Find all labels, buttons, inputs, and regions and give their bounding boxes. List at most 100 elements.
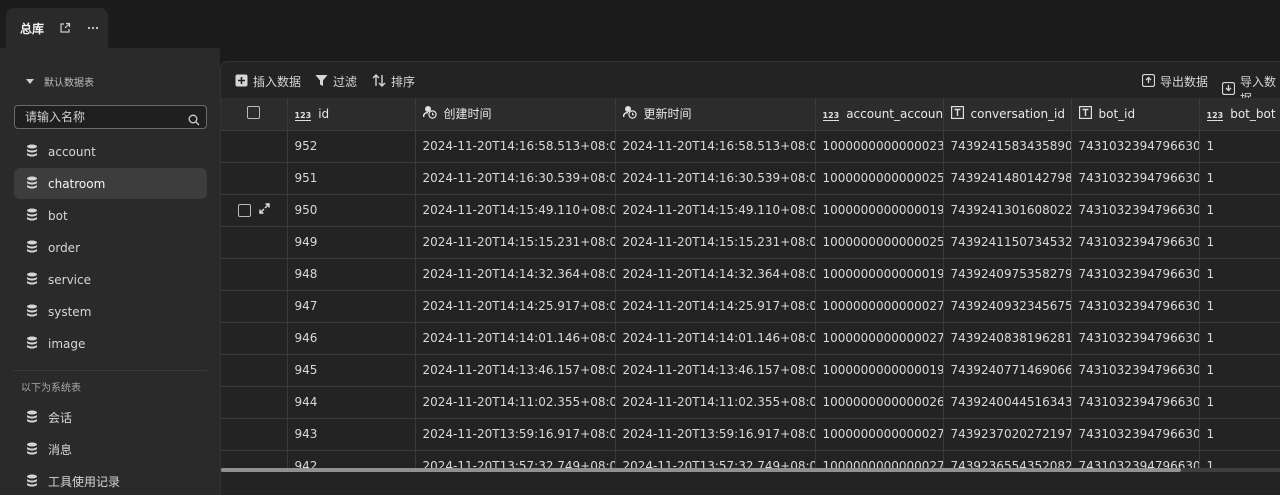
table-cell[interactable]: 7431032394796630 [1071,226,1200,259]
table-cell[interactable]: 7431032394796630 [1071,290,1200,323]
table-cell[interactable]: 1 [1199,290,1280,323]
export-data-button[interactable]: 导出数据 [1141,73,1208,90]
table-cell[interactable]: 7431032394796630 [1071,130,1200,163]
table-cell[interactable]: 1 [1199,226,1280,259]
table-cell[interactable]: 2024-11-20T14:13:46.157+08:00 [615,354,816,387]
row-checkbox[interactable] [237,203,251,217]
table-cell[interactable]: 943 [287,418,416,451]
table-cell[interactable]: 7431032394796630 [1071,450,1200,468]
table-cell[interactable]: 944 [287,386,416,419]
table-cell[interactable]: 7431032394796630 [1071,258,1200,291]
table-cell[interactable]: 1000000000000025 [815,162,944,195]
sidebar-item-service[interactable]: service [14,264,207,295]
table-cell[interactable]: 1 [1199,354,1280,387]
table-cell[interactable]: 2024-11-20T14:14:25.917+08:00 [615,290,816,323]
table-cell[interactable]: 7439240932345675 [943,290,1072,323]
sidebar-item-order[interactable]: order [14,232,207,263]
table-cell[interactable]: 2024-11-20T14:11:02.355+08:00 [615,386,816,419]
table-cell[interactable]: 1 [1199,450,1280,468]
table-row[interactable]: 944 2024-11-20T14:11:02.355+08:00 2024-11-… [221,386,1280,419]
sidebar-item-chatroom[interactable]: chatroom [14,168,207,199]
table-cell[interactable]: 2024-11-20T14:15:15.231+08:00 [615,226,816,259]
table-cell[interactable]: 1000000000000019 [815,258,944,291]
table-cell[interactable]: 7439240975358279 [943,258,1072,291]
table-cell[interactable]: 946 [287,322,416,355]
table-cell[interactable]: 2024-11-20T13:59:16.917+08:00 [415,418,616,451]
table-cell[interactable]: 1000000000000019 [815,194,944,227]
table-cell[interactable]: 7431032394796630 [1071,194,1200,227]
sidebar-system-item[interactable]: 会话 [14,402,207,433]
table-cell[interactable]: 952 [287,130,416,163]
open-external-icon[interactable] [58,21,72,35]
table-row[interactable]: 948 2024-11-20T14:14:32.364+08:00 2024-11-… [221,258,1280,291]
table-cell[interactable]: 1 [1199,130,1280,163]
table-cell[interactable]: 1 [1199,162,1280,195]
column-header-bot-id[interactable]: bot_id [1071,98,1200,131]
expand-icon[interactable] [259,203,270,217]
table-cell[interactable]: 7439241480142798 [943,162,1072,195]
table-cell[interactable]: 7431032394796630 [1071,162,1200,195]
table-cell[interactable]: 1000000000000026 [815,386,944,419]
table-cell[interactable]: 2024-11-20T14:14:32.364+08:00 [415,258,616,291]
table-cell[interactable]: 7439240771469066 [943,354,1072,387]
sidebar-system-item[interactable]: 消息 [14,434,207,465]
sidebar-item-account[interactable]: account [14,136,207,167]
table-row[interactable]: 950 2024-11-20T14:15:49.110+08:00 2024-11-… [221,194,1280,227]
table-row[interactable]: 945 2024-11-20T14:13:46.157+08:00 2024-11-… [221,354,1280,387]
table-cell[interactable]: 1 [1199,322,1280,355]
table-cell[interactable]: 948 [287,258,416,291]
sort-button[interactable]: 排序 [372,73,415,90]
table-row[interactable]: 946 2024-11-20T14:14:01.146+08:00 2024-11-… [221,322,1280,355]
table-cell[interactable]: 1000000000000023 [815,130,944,163]
table-cell[interactable]: 1000000000000027 [815,290,944,323]
table-cell[interactable]: 2024-11-20T14:14:01.146+08:00 [415,322,616,355]
table-cell[interactable]: 2024-11-20T14:11:02.355+08:00 [415,386,616,419]
tab-main-db[interactable]: 总库 [6,8,108,48]
table-cell[interactable]: 1000000000000027 [815,322,944,355]
table-cell[interactable]: 7431032394796630 [1071,418,1200,451]
table-cell[interactable]: 2024-11-20T14:16:58.513+08:00 [415,130,616,163]
table-cell[interactable]: 2024-11-20T14:14:01.146+08:00 [615,322,816,355]
table-cell[interactable]: 7439241150734532 [943,226,1072,259]
table-cell[interactable]: 2024-11-20T14:14:32.364+08:00 [615,258,816,291]
table-cell[interactable]: 2024-11-20T13:59:16.917+08:00 [615,418,816,451]
column-header-创建时间[interactable]: 创建时间 [415,98,616,131]
table-cell[interactable]: 947 [287,290,416,323]
table-cell[interactable]: 2024-11-20T14:14:25.917+08:00 [415,290,616,323]
table-cell[interactable]: 7439236554352082 [943,450,1072,468]
table-row[interactable]: 949 2024-11-20T14:15:15.231+08:00 2024-11-… [221,226,1280,259]
table-cell[interactable]: 2024-11-20T14:16:30.539+08:00 [615,162,816,195]
column-header-account-account[interactable]: 123 account_account [815,98,944,131]
sidebar-item-bot[interactable]: bot [14,200,207,231]
table-cell[interactable]: 1000000000000025 [815,226,944,259]
column-header-conversation-id[interactable]: conversation_id [943,98,1072,131]
table-row[interactable]: 943 2024-11-20T13:59:16.917+08:00 2024-11-… [221,418,1280,451]
table-cell[interactable]: 7431032394796630 [1071,322,1200,355]
sidebar-system-item[interactable]: 工具使用记录 [14,466,207,495]
table-cell[interactable]: 7439241583435890 [943,130,1072,163]
table-cell[interactable]: 1000000000000027 [815,450,944,468]
table-cell[interactable]: 7439240044516343 [943,386,1072,419]
table-row[interactable]: 951 2024-11-20T14:16:30.539+08:00 2024-11-… [221,162,1280,195]
table-row[interactable]: 952 2024-11-20T14:16:58.513+08:00 2024-11-… [221,130,1280,163]
table-cell[interactable]: 2024-11-20T13:57:32.749+08:00 [415,450,616,468]
table-cell[interactable]: 7439241301608022 [943,194,1072,227]
table-cell[interactable]: 1 [1199,386,1280,419]
table-cell[interactable]: 2024-11-20T14:16:30.539+08:00 [415,162,616,195]
table-cell[interactable]: 7439237020272197 [943,418,1072,451]
table-cell[interactable]: 2024-11-20T14:15:49.110+08:00 [615,194,816,227]
table-cell[interactable]: 945 [287,354,416,387]
section-default-tables[interactable]: 默认数据表 [26,74,94,89]
table-cell[interactable]: 950 [287,194,416,227]
column-header-bot-bot[interactable]: 123 bot_bot [1199,98,1280,131]
filter-button[interactable]: 过滤 [315,73,357,90]
table-cell[interactable]: 949 [287,226,416,259]
sidebar-item-image[interactable]: image [14,328,207,359]
column-header-更新时间[interactable]: 更新时间 [615,98,816,131]
table-cell[interactable]: 7439240838196281 [943,322,1072,355]
table-cell[interactable]: 1 [1199,258,1280,291]
table-cell[interactable]: 2024-11-20T13:57:32.749+08:00 [615,450,816,468]
table-cell[interactable]: 951 [287,162,416,195]
insert-data-button[interactable]: 插入数据 [235,73,301,90]
table-cell[interactable]: 2024-11-20T14:15:49.110+08:00 [415,194,616,227]
